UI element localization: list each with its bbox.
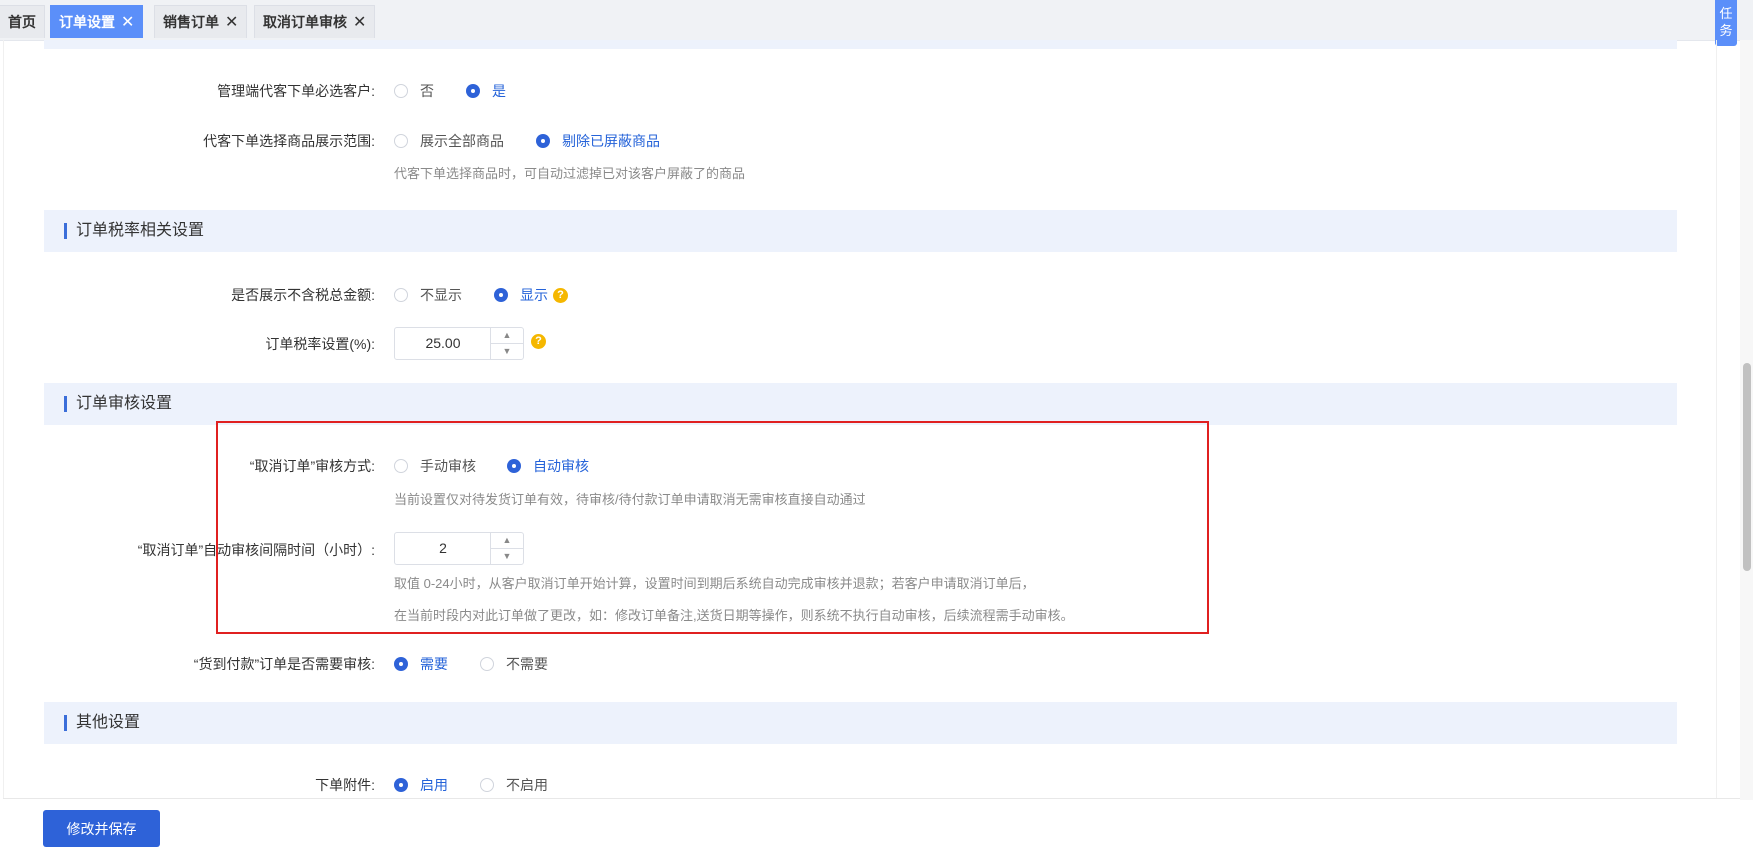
close-icon[interactable]: ✕ [225,14,238,31]
radio-enable[interactable]: 启用 [394,775,448,795]
highlight-box [216,421,1209,634]
radio-label: 显示 [520,287,548,303]
radio-label: 剔除已屏蔽商品 [562,133,660,149]
radio-show-all-products[interactable]: 展示全部商品 [394,131,504,151]
chevron-up-icon[interactable]: ▲ [491,328,523,344]
radio-label: 启用 [420,777,448,793]
section-header-other: 其他设置 [44,702,1677,744]
tab-label: 首页 [8,14,36,30]
radio-circle[interactable] [394,84,408,98]
attachment-label: 下单附件: [315,777,375,793]
footer-bar [3,798,1740,851]
close-icon[interactable]: ✕ [353,14,366,31]
stepper-arrows: ▲ ▼ [490,328,523,359]
tab-label: 取消订单审核 [263,14,347,30]
section-header-audit: 订单审核设置 [44,383,1677,425]
show-untaxed-total-label: 是否展示不含税总金额: [231,287,375,303]
section-accent-bar [64,715,67,731]
tax-rate-label: 订单税率设置(%): [265,336,375,352]
radio-required[interactable]: 需要 [394,654,448,674]
task-label-1: 任 [1719,6,1733,21]
radio-label: 否 [420,83,434,99]
help-icon[interactable]: ? [531,334,546,349]
section-title: 订单税率相关设置 [76,222,205,239]
radio-circle[interactable] [394,134,408,148]
tab-bar: 首页 订单设置 ✕ 销售订单 ✕ 取消订单审核 ✕ [0,0,1753,41]
radio-disable[interactable]: 不启用 [480,775,548,795]
radio-circle[interactable] [480,778,494,792]
radio-circle[interactable] [394,778,408,792]
radio-label: 是 [492,83,506,99]
tab-home[interactable]: 首页 [0,5,45,38]
radio-circle[interactable] [394,288,408,302]
radio-hide[interactable]: 不显示 [394,285,462,305]
product-display-range-label: 代客下单选择商品展示范围: [203,133,375,149]
close-icon[interactable]: ✕ [121,14,134,31]
radio-circle[interactable] [480,657,494,671]
tab-label: 销售订单 [163,14,219,30]
radio-yes[interactable]: 是 [466,81,506,101]
must-select-customer-label: 管理端代客下单必选客户: [217,83,375,99]
radio-label: 展示全部商品 [420,133,504,149]
radio-circle[interactable] [494,288,508,302]
tab-order-settings[interactable]: 订单设置 ✕ [50,5,144,38]
radio-circle[interactable] [394,657,408,671]
task-label-2: 务 [1719,23,1733,38]
cod-audit-label: “货到付款”订单是否需要审核: [193,656,375,672]
section-accent-bar [64,396,67,412]
section-strip [44,40,1677,49]
radio-label: 不显示 [420,287,462,303]
radio-label: 不启用 [506,777,548,793]
section-accent-bar [64,223,67,239]
radio-not-required[interactable]: 不需要 [480,654,548,674]
radio-label: 不需要 [506,656,548,672]
help-icon[interactable]: ? [553,287,568,303]
save-button[interactable]: 修改并保存 [43,810,160,847]
chevron-down-icon[interactable]: ▼ [491,344,523,359]
tax-rate-value[interactable]: 25.00 [395,328,491,359]
section-title: 订单审核设置 [76,395,173,412]
product-display-hint: 代客下单选择商品时，可自动过滤掉已对该客户屏蔽了的商品 [394,166,746,181]
radio-label: 需要 [420,656,448,672]
radio-show[interactable]: 显示? [494,285,568,305]
radio-circle[interactable] [466,84,480,98]
scrollbar-thumb[interactable] [1743,363,1751,571]
tab-cancel-order-audit[interactable]: 取消订单审核 ✕ [254,5,376,38]
tax-rate-stepper[interactable]: 25.00 ▲ ▼ [394,327,524,360]
task-button[interactable]: 任 务 [1715,0,1737,46]
section-title: 其他设置 [76,714,141,731]
tab-label: 订单设置 [59,14,115,30]
section-header-tax: 订单税率相关设置 [44,210,1677,252]
radio-circle[interactable] [536,134,550,148]
radio-no[interactable]: 否 [394,81,434,101]
tab-sales-orders[interactable]: 销售订单 ✕ [154,5,248,38]
radio-exclude-blocked-products[interactable]: 剔除已屏蔽商品 [536,131,660,151]
